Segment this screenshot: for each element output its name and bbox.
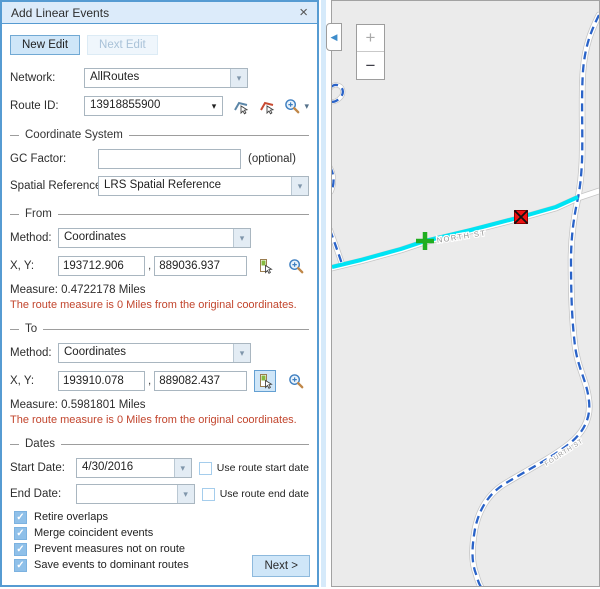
chevron-down-icon[interactable]: ▾	[304, 101, 309, 112]
chevron-down-icon[interactable]: ▾	[291, 177, 308, 195]
selected-route-highlight	[332, 197, 578, 267]
new-edit-button[interactable]: New Edit	[10, 35, 80, 55]
close-icon[interactable]: ×	[299, 5, 308, 20]
chevron-down-icon[interactable]: ▾	[177, 485, 194, 503]
collapse-arrow-icon: ◀	[331, 32, 338, 43]
spatial-reference-label: Spatial Reference:	[10, 180, 98, 192]
to-marker	[515, 211, 528, 224]
to-method-value: Coordinates	[59, 344, 233, 362]
from-x-input[interactable]	[58, 256, 145, 276]
from-pick-coordinates-button[interactable]	[254, 255, 276, 277]
magnifier-plus-icon	[288, 373, 305, 390]
street-label-fourth-st: FOURTH ST	[544, 438, 585, 468]
collapse-panel-button[interactable]: ◀	[326, 23, 342, 51]
gc-factor-hint: (optional)	[248, 153, 296, 165]
to-xy-label: X, Y:	[10, 375, 58, 387]
next-edit-button: Next Edit	[87, 35, 158, 55]
chevron-down-icon[interactable]: ▾	[205, 97, 222, 115]
to-measure-text: Measure: 0.5981801 Miles	[10, 399, 309, 411]
from-method-value: Coordinates	[59, 229, 233, 247]
to-zoom-to-point-button[interactable]	[285, 370, 307, 392]
prevent-measures-not-on-route-checkbox[interactable]: ✓	[14, 543, 27, 556]
start-date-label: Start Date:	[10, 462, 76, 474]
save-events-to-dominant-routes-checkbox[interactable]: ✓	[14, 559, 27, 572]
from-xy-label: X, Y:	[10, 260, 58, 272]
coordinate-system-header: Coordinate System	[10, 129, 309, 141]
merge-coincident-events-checkbox[interactable]: ✓	[14, 527, 27, 540]
spatial-reference-select[interactable]: LRS Spatial Reference ▾	[98, 176, 309, 196]
panel-scrollbar[interactable]	[321, 0, 326, 587]
dates-section-header: Dates	[10, 438, 309, 450]
option-row: ✓ Retire overlaps	[14, 511, 309, 524]
zoom-in-button[interactable]: +	[357, 25, 384, 52]
map-graphics: NORTH ST FOURTH ST	[332, 1, 599, 586]
gc-factor-label: GC Factor:	[10, 153, 98, 165]
select-route-on-map-icon[interactable]	[230, 95, 252, 117]
to-section-header: To	[10, 323, 309, 335]
option-row: ✓ Merge coincident events	[14, 527, 309, 540]
start-date-value: 4/30/2016	[77, 459, 174, 477]
from-measure-text: Measure: 0.4722178 Miles	[10, 284, 309, 296]
map-zoom-control: + −	[356, 24, 385, 80]
gc-factor-input[interactable]	[98, 149, 241, 169]
magnifier-plus-icon	[288, 258, 305, 275]
zoom-to-route-button[interactable]: ▾	[284, 95, 309, 117]
panel-titlebar: Add Linear Events ×	[2, 2, 317, 24]
end-date-value	[77, 485, 177, 503]
retire-overlaps-label: Retire overlaps	[34, 511, 108, 524]
to-y-input[interactable]	[154, 371, 247, 391]
use-route-start-date-checkbox[interactable]	[199, 462, 212, 475]
use-route-end-date-checkbox[interactable]	[202, 488, 215, 501]
end-date-label: End Date:	[10, 488, 76, 500]
clear-route-selection-icon[interactable]	[256, 95, 278, 117]
start-date-select[interactable]: 4/30/2016 ▾	[76, 458, 192, 478]
network-select[interactable]: AllRoutes ▾	[84, 68, 248, 88]
from-warning-text: The route measure is 0 Miles from the or…	[10, 299, 309, 311]
chevron-down-icon[interactable]: ▾	[230, 69, 247, 87]
chevron-down-icon[interactable]: ▾	[233, 344, 250, 362]
route-polyline-red-icon	[259, 98, 276, 115]
zoom-out-button[interactable]: −	[357, 52, 384, 79]
panel-content: New Edit Next Edit Network: AllRoutes ▾ …	[2, 24, 317, 584]
to-warning-text: The route measure is 0 Miles from the or…	[10, 414, 309, 426]
route-id-combo[interactable]: 13918855900 ▾	[84, 96, 223, 116]
prevent-measures-not-on-route-label: Prevent measures not on route	[34, 543, 185, 556]
map-canvas[interactable]: NORTH ST FOURTH ST	[331, 0, 600, 587]
coordinate-picker-icon	[257, 258, 274, 275]
route-id-label: Route ID:	[10, 100, 84, 112]
merge-coincident-events-label: Merge coincident events	[34, 527, 153, 540]
xy-separator: ,	[148, 260, 151, 272]
from-section-header: From	[10, 208, 309, 220]
xy-separator: ,	[148, 375, 151, 387]
spatial-reference-value: LRS Spatial Reference	[99, 177, 291, 195]
use-route-end-date-label: Use route end date	[220, 488, 309, 500]
coordinate-picker-icon	[257, 373, 274, 390]
next-button[interactable]: Next >	[252, 555, 310, 577]
road-fill	[473, 15, 600, 586]
from-y-input[interactable]	[154, 256, 247, 276]
end-date-select[interactable]: ▾	[76, 484, 195, 504]
to-x-input[interactable]	[58, 371, 145, 391]
from-zoom-to-point-button[interactable]	[285, 255, 307, 277]
use-route-start-date-label: Use route start date	[217, 462, 309, 474]
to-method-label: Method:	[10, 347, 58, 359]
panel-title: Add Linear Events	[11, 6, 299, 20]
save-events-to-dominant-routes-label: Save events to dominant routes	[34, 559, 189, 572]
route-polyline-blue-icon	[233, 98, 250, 115]
chevron-down-icon[interactable]: ▾	[174, 459, 191, 477]
retire-overlaps-checkbox[interactable]: ✓	[14, 511, 27, 524]
add-linear-events-panel: Add Linear Events × New Edit Next Edit N…	[0, 0, 319, 587]
from-method-select[interactable]: Coordinates ▾	[58, 228, 251, 248]
magnifier-plus-icon	[284, 98, 301, 115]
from-method-label: Method:	[10, 232, 58, 244]
to-method-select[interactable]: Coordinates ▾	[58, 343, 251, 363]
to-pick-coordinates-button-active[interactable]	[254, 370, 276, 392]
network-label: Network:	[10, 72, 84, 84]
route-id-value: 13918855900	[85, 97, 205, 115]
network-value: AllRoutes	[85, 69, 230, 87]
chevron-down-icon[interactable]: ▾	[233, 229, 250, 247]
